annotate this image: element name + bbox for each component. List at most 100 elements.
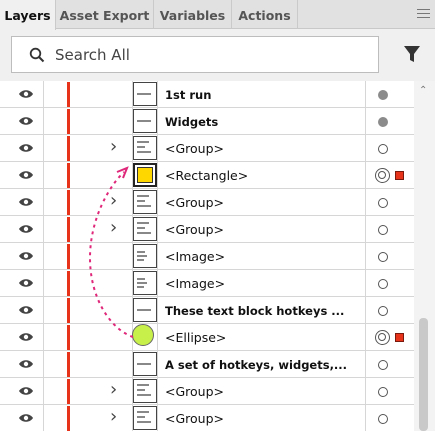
selection-indicator[interactable]	[395, 171, 404, 180]
visibility-eye-icon[interactable]	[18, 223, 34, 235]
target-circle-icon[interactable]	[378, 90, 388, 100]
visibility-eye-icon[interactable]	[18, 358, 34, 370]
expand-chevron-icon[interactable]: ›	[110, 136, 117, 157]
expand-chevron-icon[interactable]: ›	[110, 190, 117, 211]
column-divider	[43, 324, 44, 351]
column-divider	[157, 189, 158, 216]
layer-row[interactable]: › <Group>	[0, 135, 414, 162]
layer-row[interactable]: <Image>	[0, 270, 414, 297]
column-divider	[365, 405, 366, 431]
target-circle-icon[interactable]	[378, 225, 388, 235]
layer-name: <Group>	[165, 222, 225, 237]
target-circle-icon[interactable]	[378, 144, 388, 154]
tab-actions[interactable]: Actions	[232, 0, 298, 29]
column-divider	[365, 270, 366, 297]
target-circle-icon[interactable]	[378, 252, 388, 262]
target-circle-icon[interactable]	[378, 117, 388, 127]
layer-name: Widgets	[165, 115, 219, 129]
target-circle-icon[interactable]	[375, 168, 390, 183]
layer-thumbnail	[133, 244, 157, 268]
thumbnail-line	[137, 389, 145, 391]
layer-name: <Image>	[165, 276, 226, 291]
column-divider	[157, 324, 158, 351]
layer-name: These text block hotkeys ...	[165, 304, 345, 318]
expand-chevron-icon[interactable]: ›	[110, 379, 117, 400]
panel-menu-icon[interactable]	[417, 9, 430, 20]
column-divider	[365, 216, 366, 243]
visibility-eye-icon[interactable]	[18, 412, 34, 424]
layer-thumbnail	[133, 352, 157, 376]
layer-color-bar	[67, 190, 70, 215]
tab-asset-export[interactable]: Asset Export	[56, 0, 154, 29]
column-divider	[157, 243, 158, 270]
thumbnail-line	[137, 200, 145, 202]
column-divider	[157, 351, 158, 378]
layer-row[interactable]: 1st run	[0, 81, 414, 108]
thumbnail-line	[137, 205, 151, 207]
target-circle-icon[interactable]	[378, 387, 388, 397]
target-circle-icon[interactable]	[378, 360, 388, 370]
layer-row[interactable]: These text block hotkeys ...	[0, 297, 414, 324]
column-divider	[157, 162, 158, 189]
expand-chevron-icon[interactable]: ›	[110, 217, 117, 238]
layer-name: <Group>	[165, 141, 225, 156]
visibility-eye-icon[interactable]	[18, 250, 34, 262]
visibility-eye-icon[interactable]	[18, 331, 34, 343]
layer-row[interactable]: › <Group>	[0, 405, 414, 431]
thumbnail-line	[137, 195, 149, 197]
scrollbar[interactable]: ⌃	[414, 81, 435, 431]
column-divider	[365, 135, 366, 162]
layer-row[interactable]: › <Group>	[0, 216, 414, 243]
layer-name: <Ellipse>	[165, 330, 227, 345]
target-circle-icon[interactable]	[378, 414, 388, 424]
scrollbar-thumb[interactable]	[419, 318, 428, 431]
thumbnail-line	[137, 286, 144, 288]
search-input[interactable]	[55, 43, 355, 67]
target-circle-icon[interactable]	[378, 306, 388, 316]
layer-color-bar	[67, 163, 70, 188]
thumbnail-line	[137, 421, 151, 423]
layer-row[interactable]: <Rectangle>	[0, 162, 414, 189]
target-circle-icon[interactable]	[378, 198, 388, 208]
column-divider	[157, 270, 158, 297]
column-divider	[365, 189, 366, 216]
column-divider	[43, 108, 44, 135]
layer-row[interactable]: A set of hotkeys, widgets,...	[0, 351, 414, 378]
target-circle-icon[interactable]	[375, 330, 390, 345]
filter-icon[interactable]	[403, 45, 421, 63]
layer-name: A set of hotkeys, widgets,...	[165, 358, 348, 372]
thumbnail-line	[137, 259, 144, 261]
visibility-eye-icon[interactable]	[18, 115, 34, 127]
column-divider	[43, 297, 44, 324]
expand-chevron-icon[interactable]: ›	[110, 406, 117, 427]
layer-thumbnail	[133, 136, 157, 160]
layer-thumbnail	[133, 109, 157, 133]
layer-row[interactable]: <Image>	[0, 243, 414, 270]
visibility-eye-icon[interactable]	[18, 169, 34, 181]
layer-thumbnail	[133, 217, 157, 241]
layer-name: <Group>	[165, 195, 225, 210]
visibility-eye-icon[interactable]	[18, 196, 34, 208]
target-circle-icon[interactable]	[378, 279, 388, 289]
column-divider	[365, 324, 366, 351]
layer-row[interactable]: <Ellipse>	[0, 324, 414, 351]
layer-row[interactable]: › <Group>	[0, 378, 414, 405]
thumbnail-line	[137, 309, 151, 311]
layer-row[interactable]: › <Group>	[0, 189, 414, 216]
search-box	[11, 36, 379, 73]
visibility-eye-icon[interactable]	[18, 142, 34, 154]
visibility-eye-icon[interactable]	[18, 88, 34, 100]
visibility-eye-icon[interactable]	[18, 304, 34, 316]
layer-row[interactable]: Widgets	[0, 108, 414, 135]
layer-color-bar	[67, 298, 70, 323]
layer-thumbnail	[133, 379, 157, 403]
layer-name: <Rectangle>	[165, 168, 249, 183]
search-icon	[29, 47, 45, 63]
selection-indicator[interactable]	[395, 333, 404, 342]
tab-layers[interactable]: Layers	[0, 0, 56, 30]
scroll-up-icon[interactable]: ⌃	[419, 85, 427, 96]
visibility-eye-icon[interactable]	[18, 385, 34, 397]
visibility-eye-icon[interactable]	[18, 277, 34, 289]
tab-variables[interactable]: Variables	[154, 0, 232, 29]
thumbnail-line	[137, 120, 151, 122]
